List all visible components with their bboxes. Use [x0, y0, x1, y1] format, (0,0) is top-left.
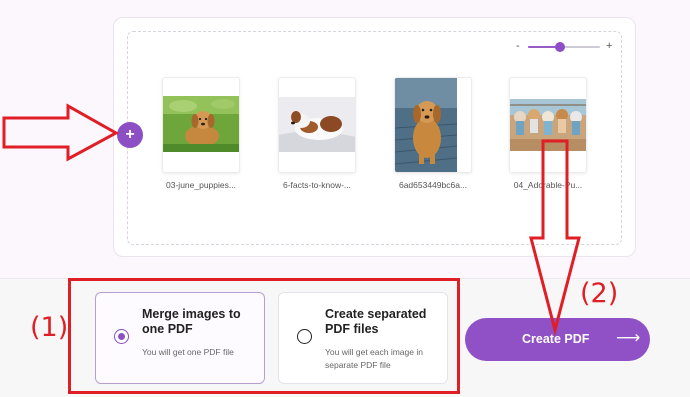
- annotation-arrows: [2, 103, 581, 336]
- annotation-arrow-down: [529, 139, 581, 336]
- annotation-arrow-right: [2, 103, 120, 162]
